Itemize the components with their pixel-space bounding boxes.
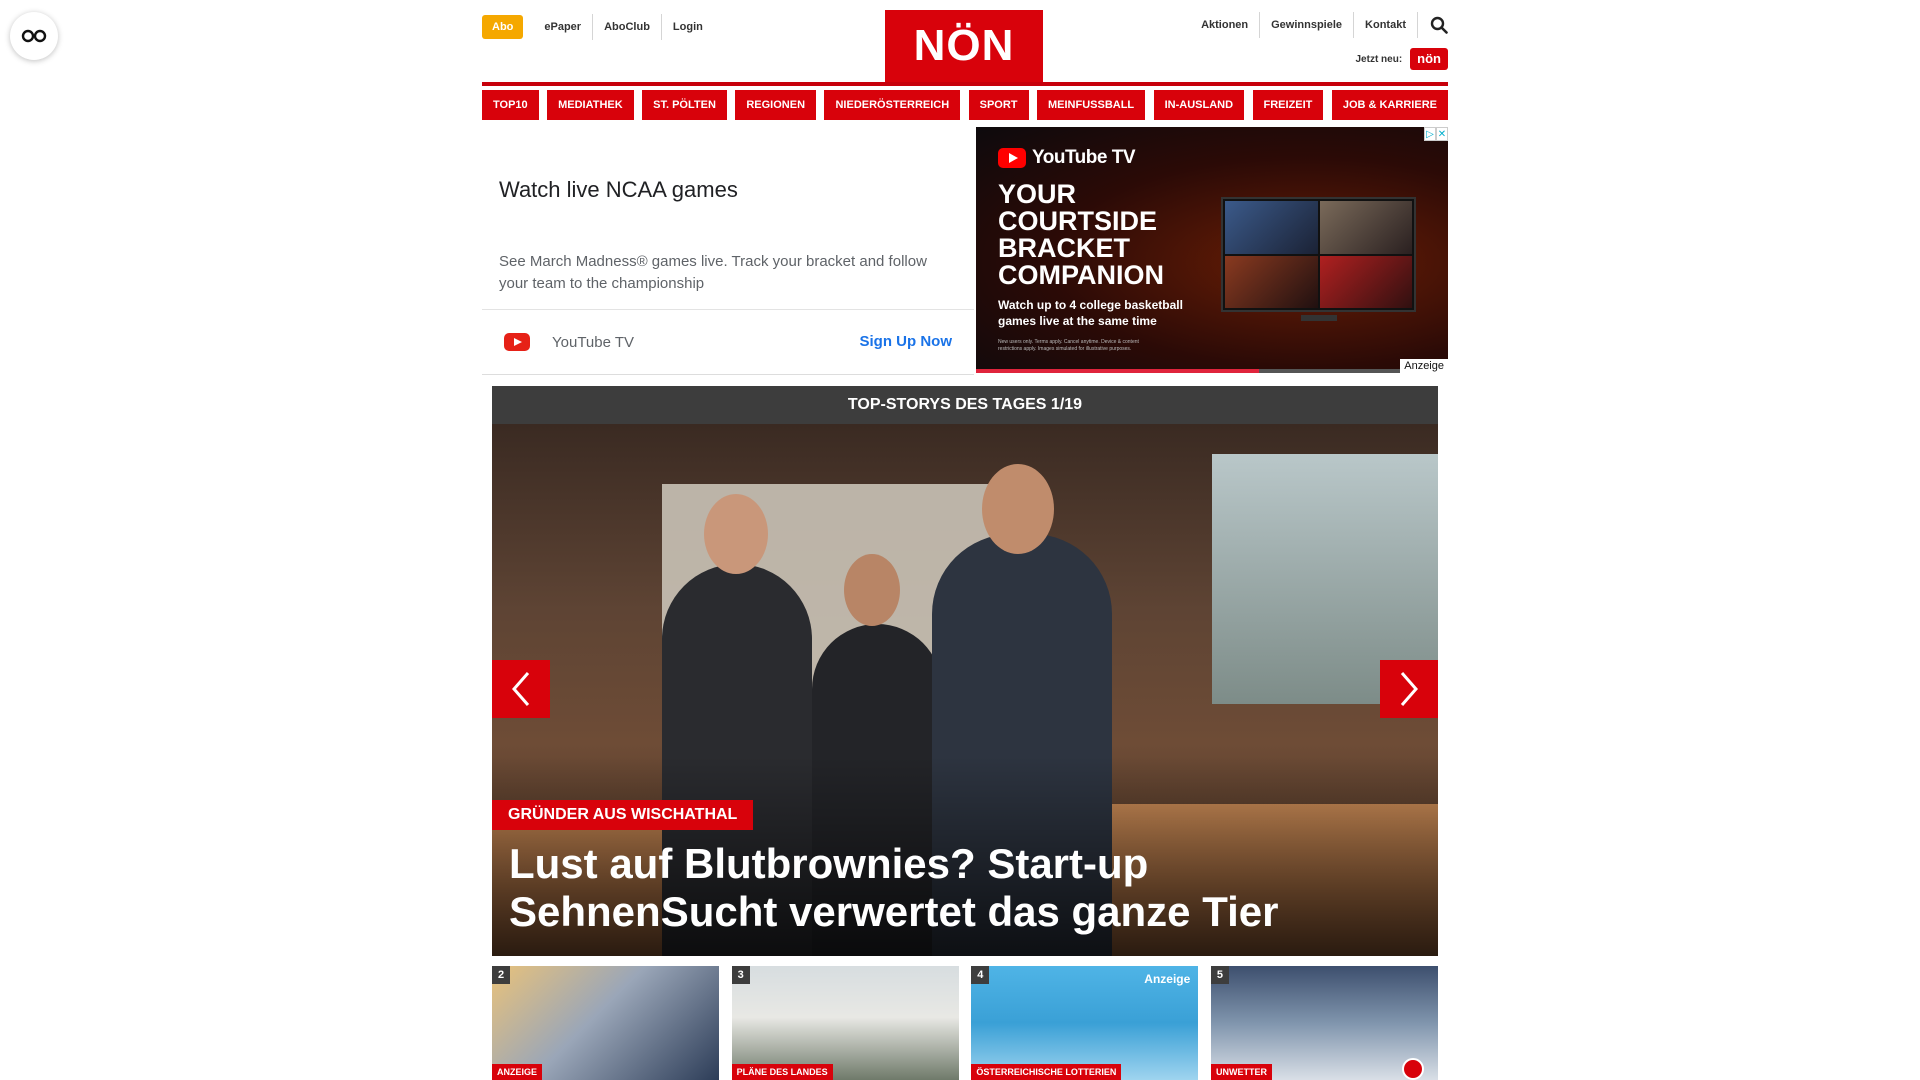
thumb-number: 4	[971, 966, 990, 984]
hero-kicker[interactable]: GRÜNDER AUS WISCHATHAL	[492, 800, 754, 830]
banner-fineprint: New users only. Terms apply. Cancel anyt…	[998, 339, 1139, 352]
tv-tile	[1319, 255, 1412, 308]
youtube-icon	[504, 333, 530, 351]
site-header: Abo ePaper AboClub Login NÖN Aktionen Ge…	[482, 0, 1448, 86]
story-thumb[interactable]: 2 ANZEIGE	[492, 966, 719, 1080]
hero-person-head	[982, 464, 1054, 554]
login-link[interactable]: Login	[662, 14, 714, 40]
ad-title[interactable]: Watch live NCAA games	[499, 177, 738, 203]
search-button[interactable]	[1418, 16, 1448, 34]
kontakt-link[interactable]: Kontakt	[1354, 12, 1418, 38]
thumb-number: 5	[1210, 966, 1229, 984]
aboclub-link[interactable]: AboClub	[593, 14, 662, 40]
ad-brand-name: YouTube TV	[552, 333, 635, 351]
banner-subtext: Watch up to 4 college basketball games l…	[998, 298, 1183, 328]
jetzt-neu: Jetzt neu: nön	[1355, 48, 1448, 70]
nav-item-sport[interactable]: SPORT	[968, 90, 1029, 120]
page: Abo ePaper AboClub Login NÖN Aktionen Ge…	[482, 0, 1448, 1080]
tv-stand	[1301, 315, 1337, 321]
banner-headline: YOUR COURTSIDE BRACKET COMPANION	[998, 179, 1164, 290]
tv-tile	[1225, 201, 1318, 254]
tv-tile	[1319, 201, 1412, 254]
glasses-icon	[21, 29, 47, 43]
nav-item-freizeit[interactable]: FREIZEIT	[1252, 90, 1324, 120]
youtube-icon	[998, 148, 1026, 168]
story-thumbnails: 2 ANZEIGE 3 PLÄNE DES LANDES 4 Anzeige Ö…	[492, 966, 1438, 1080]
nav-item-mediathek[interactable]: MEDIATHEK	[547, 90, 634, 120]
ad-label: Anzeige	[1400, 359, 1448, 373]
banner-progress-bar	[976, 369, 1448, 373]
banner-ad[interactable]: YouTube TV YOUR COURTSIDE BRACKET COMPAN…	[976, 127, 1448, 373]
video-play-icon	[1401, 1058, 1424, 1080]
site-logo[interactable]: NÖN	[885, 10, 1043, 82]
hero-story[interactable]: GRÜNDER AUS WISCHATHAL Lust auf Blutbrow…	[492, 424, 1438, 956]
hero-prev-button[interactable]	[492, 660, 550, 718]
banner-brand: YouTube TV	[998, 147, 1136, 169]
tv-image	[1221, 197, 1416, 312]
adchoices-icon[interactable]: ▷	[1424, 127, 1436, 141]
thumb-number: 3	[731, 966, 750, 984]
nav-item-regionen[interactable]: REGIONEN	[735, 90, 817, 120]
adchoices[interactable]: ▷ ✕	[1424, 127, 1448, 141]
ad-text: See March Madness® games live. Track you…	[499, 253, 927, 292]
close-ad-icon[interactable]: ✕	[1436, 127, 1448, 141]
chevron-left-icon	[512, 672, 530, 706]
thumb-number: 2	[492, 966, 510, 984]
thumb-tag: PLÄNE DES LANDES	[731, 1064, 833, 1080]
hero-person-head	[844, 554, 900, 626]
header-left-links: Abo ePaper AboClub Login	[482, 14, 714, 40]
epaper-link[interactable]: ePaper	[533, 14, 594, 40]
nav-item-st-poelten[interactable]: ST. PÖLTEN	[642, 90, 727, 120]
text-ad[interactable]: Watch live NCAA games See March Madness®…	[482, 127, 974, 375]
nav-item-job-karriere[interactable]: JOB & KARRIERE	[1331, 90, 1448, 120]
jetzt-neu-badge[interactable]: nön	[1410, 48, 1448, 70]
hero-person-head	[704, 494, 768, 574]
story-thumb[interactable]: 4 Anzeige ÖSTERREICHISCHE LOTTERIEN	[971, 966, 1199, 1080]
jetzt-neu-label: Jetzt neu:	[1355, 53, 1403, 65]
story-thumb[interactable]: 5 UNWETTER	[1210, 966, 1438, 1080]
nav-item-in-ausland[interactable]: IN-AUSLAND	[1153, 90, 1245, 120]
story-thumb[interactable]: 3 PLÄNE DES LANDES	[731, 966, 959, 1080]
header-right-links: Aktionen Gewinnspiele Kontakt	[1190, 12, 1448, 38]
ad-brand: YouTube TV	[504, 333, 634, 351]
nav-item-niederoesterreich[interactable]: NIEDERÖSTERREICH	[824, 90, 961, 120]
chevron-right-icon	[1400, 672, 1418, 706]
thumb-tag: UNWETTER	[1210, 1064, 1272, 1080]
thumb-tag: ÖSTERREICHISCHE LOTTERIEN	[971, 1064, 1122, 1080]
nav-item-meinfussball[interactable]: MEINFUSSBALL	[1036, 90, 1146, 120]
banner-progress-fill	[976, 369, 1260, 373]
main-nav: TOP10 MEDIATHEK ST. PÖLTEN REGIONEN NIED…	[482, 90, 1448, 120]
gewinnspiele-link[interactable]: Gewinnspiele	[1260, 12, 1355, 38]
ad-divider	[482, 309, 974, 310]
sign-up-button[interactable]: Sign Up Now	[860, 333, 953, 350]
aktionen-link[interactable]: Aktionen	[1190, 12, 1261, 38]
top-stories-heading: TOP-STORYS DES TAGES 1/19	[492, 386, 1438, 424]
nav-item-top10[interactable]: TOP10	[482, 90, 539, 120]
reader-mode-button[interactable]	[10, 12, 58, 60]
hero-next-button[interactable]	[1380, 660, 1438, 718]
tv-tile	[1225, 255, 1318, 308]
thumb-tag: ANZEIGE	[492, 1064, 543, 1080]
search-icon	[1430, 16, 1448, 34]
thumb-anzeige-label: Anzeige	[1144, 972, 1191, 986]
banner-brand-name: YouTube TV	[1032, 147, 1136, 168]
abo-button[interactable]: Abo	[482, 15, 524, 39]
hero-title[interactable]: Lust auf Blutbrownies? Start-up SehnenSu…	[509, 840, 1409, 936]
